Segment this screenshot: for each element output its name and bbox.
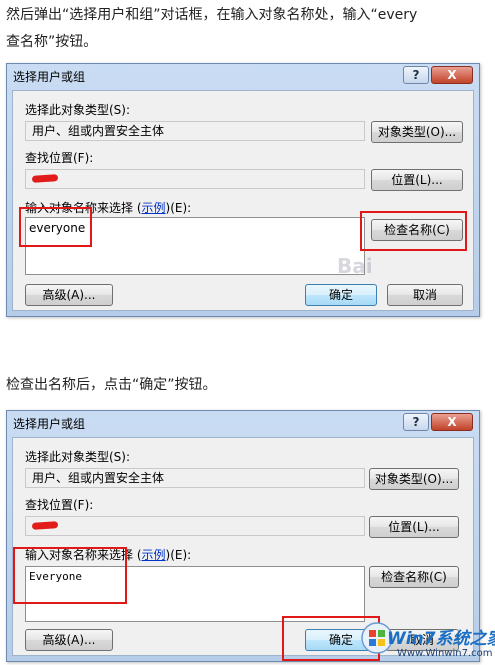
object-type-label: 选择此对象类型(S): <box>25 450 131 464</box>
baidu-watermark: Bai <box>337 254 373 278</box>
object-type-field: 用户、组或内置安全主体 <box>25 121 365 141</box>
object-name-input[interactable]: Everyone <box>25 566 365 622</box>
redaction-mark <box>31 174 59 183</box>
article-text-1-continued: 查名称”按钮。 <box>6 34 98 50</box>
dialog-title: 选择用户或组 <box>13 70 86 84</box>
dialog-titlebar[interactable]: 选择用户或组 ? X <box>7 411 479 435</box>
location-field <box>25 169 365 189</box>
locations-button[interactable]: 位置(L)... <box>369 516 459 538</box>
cancel-button[interactable]: 取消 <box>387 284 463 306</box>
article-text-2: 检查出名称后，点击“确定”按钮。 <box>6 377 217 393</box>
select-users-dialog-step1: 选择用户或组 ? X 选择此对象类型(S): 用户、组或内置安全主体 对象类型(… <box>6 63 480 317</box>
dialog-title: 选择用户或组 <box>13 417 86 431</box>
dialog-titlebar[interactable]: 选择用户或组 ? X <box>7 64 479 88</box>
object-name-label-end: )(E): <box>165 201 192 215</box>
location-field <box>25 516 365 536</box>
object-name-label: 输入对象名称来选择 (示例)(E): <box>25 199 191 216</box>
object-name-label-text: 输入对象名称来选择 ( <box>25 201 142 215</box>
object-types-button[interactable]: 对象类型(O)... <box>371 121 463 143</box>
help-icon[interactable]: ? <box>403 413 429 431</box>
check-names-button[interactable]: 检查名称(C) <box>371 219 463 241</box>
article-text-1: 然后弹出“选择用户和组”对话框，在输入对象名称处，输入“every <box>6 7 418 23</box>
watermark-brand: Win7系统之家 <box>387 629 495 649</box>
object-type-field: 用户、组或内置安全主体 <box>25 468 365 488</box>
redaction-mark <box>31 521 59 530</box>
object-types-button[interactable]: 对象类型(O)... <box>369 468 459 490</box>
location-label: 查找位置(F): <box>25 498 94 512</box>
dialog-client-area: 选择此对象类型(S): 用户、组或内置安全主体 对象类型(O)... 查找位置(… <box>12 90 474 311</box>
examples-link[interactable]: 示例 <box>142 201 166 215</box>
examples-link[interactable]: 示例 <box>142 548 166 562</box>
locations-button[interactable]: 位置(L)... <box>371 169 463 191</box>
advanced-button[interactable]: 高级(A)... <box>25 629 113 651</box>
help-icon[interactable]: ? <box>403 66 429 84</box>
object-name-label: 输入对象名称来选择 (示例)(E): <box>25 546 191 563</box>
object-type-label: 选择此对象类型(S): <box>25 103 131 117</box>
advanced-button[interactable]: 高级(A)... <box>25 284 113 306</box>
object-name-input[interactable]: everyone <box>25 217 365 275</box>
close-icon[interactable]: X <box>431 413 473 431</box>
close-icon[interactable]: X <box>431 66 473 84</box>
object-name-label-text: 输入对象名称来选择 ( <box>25 548 142 562</box>
check-names-button[interactable]: 检查名称(C) <box>369 566 459 588</box>
ok-button[interactable]: 确定 <box>305 284 377 306</box>
object-name-label-end: )(E): <box>165 548 192 562</box>
location-label: 查找位置(F): <box>25 151 94 165</box>
watermark-url: Www.Winwin7.com <box>397 648 493 659</box>
site-watermark: Win7系统之家 Www.Winwin7.com <box>361 622 495 662</box>
